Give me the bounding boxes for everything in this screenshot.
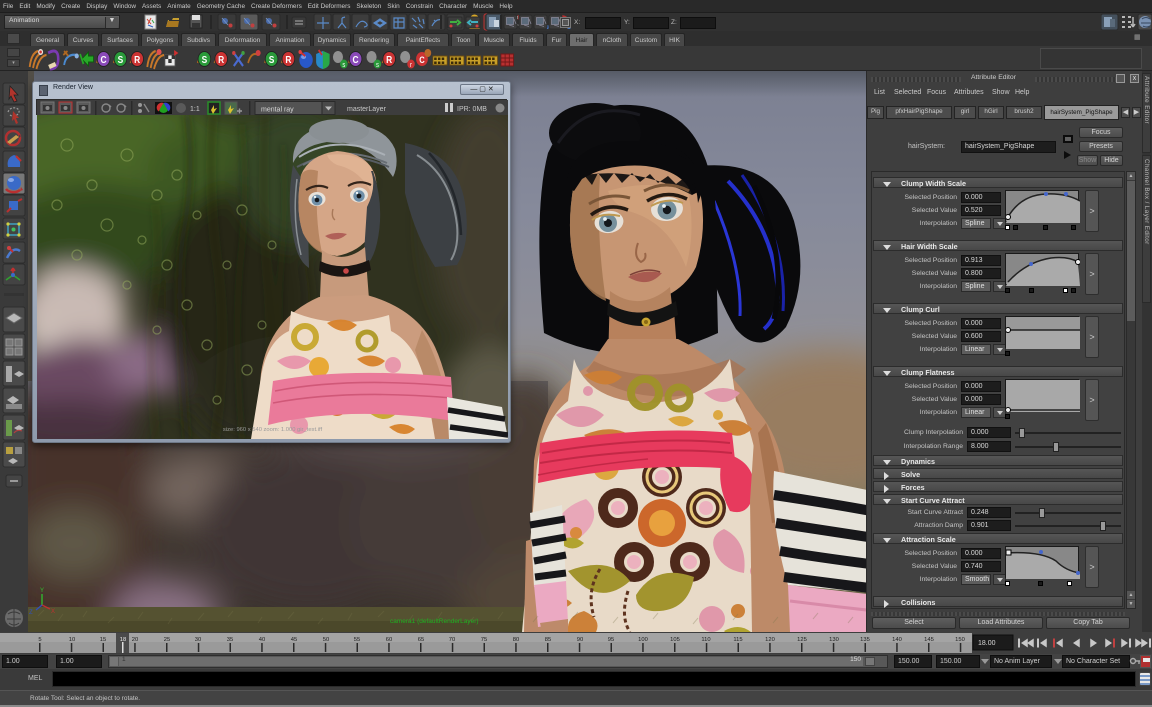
svg-text:30: 30 [195, 637, 201, 643]
svg-text:145: 145 [924, 637, 934, 643]
svg-text:70: 70 [449, 637, 455, 643]
svg-text:1:1: 1:1 [190, 106, 200, 113]
svg-text:60: 60 [386, 637, 392, 643]
svg-text:35: 35 [227, 637, 233, 643]
svg-text:150: 150 [955, 637, 965, 643]
svg-text:C: C [419, 54, 424, 65]
svg-text:10: 10 [69, 637, 75, 643]
svg-text:mental ray: mental ray [261, 107, 294, 114]
svg-text:130: 130 [829, 637, 839, 643]
svg-text:50: 50 [323, 637, 329, 643]
svg-text:140: 140 [892, 637, 902, 643]
svg-text:S: S [269, 54, 275, 65]
svg-text:95: 95 [608, 637, 614, 643]
svg-text:S: S [202, 54, 208, 65]
svg-text:masterLayer: masterLayer [347, 106, 387, 113]
svg-text:R: R [218, 54, 224, 65]
svg-text:R: R [386, 54, 392, 65]
svg-text:R: R [134, 54, 140, 65]
svg-text:C: C [101, 54, 107, 65]
svg-text:5: 5 [38, 637, 41, 643]
svg-text:18.00: 18.00 [978, 640, 996, 647]
svg-text:75: 75 [481, 637, 487, 643]
svg-text:80: 80 [513, 637, 519, 643]
svg-text:85: 85 [545, 637, 551, 643]
svg-text:Y: Y [40, 588, 44, 594]
svg-text:C: C [353, 54, 359, 65]
svg-text:s: s [376, 62, 379, 70]
svg-text:15: 15 [100, 637, 106, 643]
svg-text:X: X [51, 609, 55, 615]
svg-text:135: 135 [860, 637, 870, 643]
svg-text:IPR: 0MB: IPR: 0MB [457, 106, 487, 113]
svg-text:105: 105 [670, 637, 680, 643]
svg-text:S: S [118, 54, 124, 65]
svg-text:25: 25 [164, 637, 170, 643]
svg-text:90: 90 [577, 637, 583, 643]
svg-text:R: R [285, 54, 291, 65]
svg-text:100: 100 [638, 637, 648, 643]
svg-text:115: 115 [733, 637, 742, 643]
svg-text:110: 110 [701, 637, 710, 643]
svg-text:125: 125 [797, 637, 807, 643]
svg-text:55: 55 [354, 637, 360, 643]
svg-text:120: 120 [765, 637, 775, 643]
svg-text:20: 20 [132, 637, 138, 643]
svg-text:Z: Z [29, 610, 33, 616]
svg-text:40: 40 [259, 637, 265, 643]
svg-text:s: s [342, 62, 345, 70]
svg-text:65: 65 [418, 637, 424, 643]
svg-text:45: 45 [291, 637, 297, 643]
svg-text:camera1 (defaultRenderLayer): camera1 (defaultRenderLayer) [390, 618, 479, 625]
